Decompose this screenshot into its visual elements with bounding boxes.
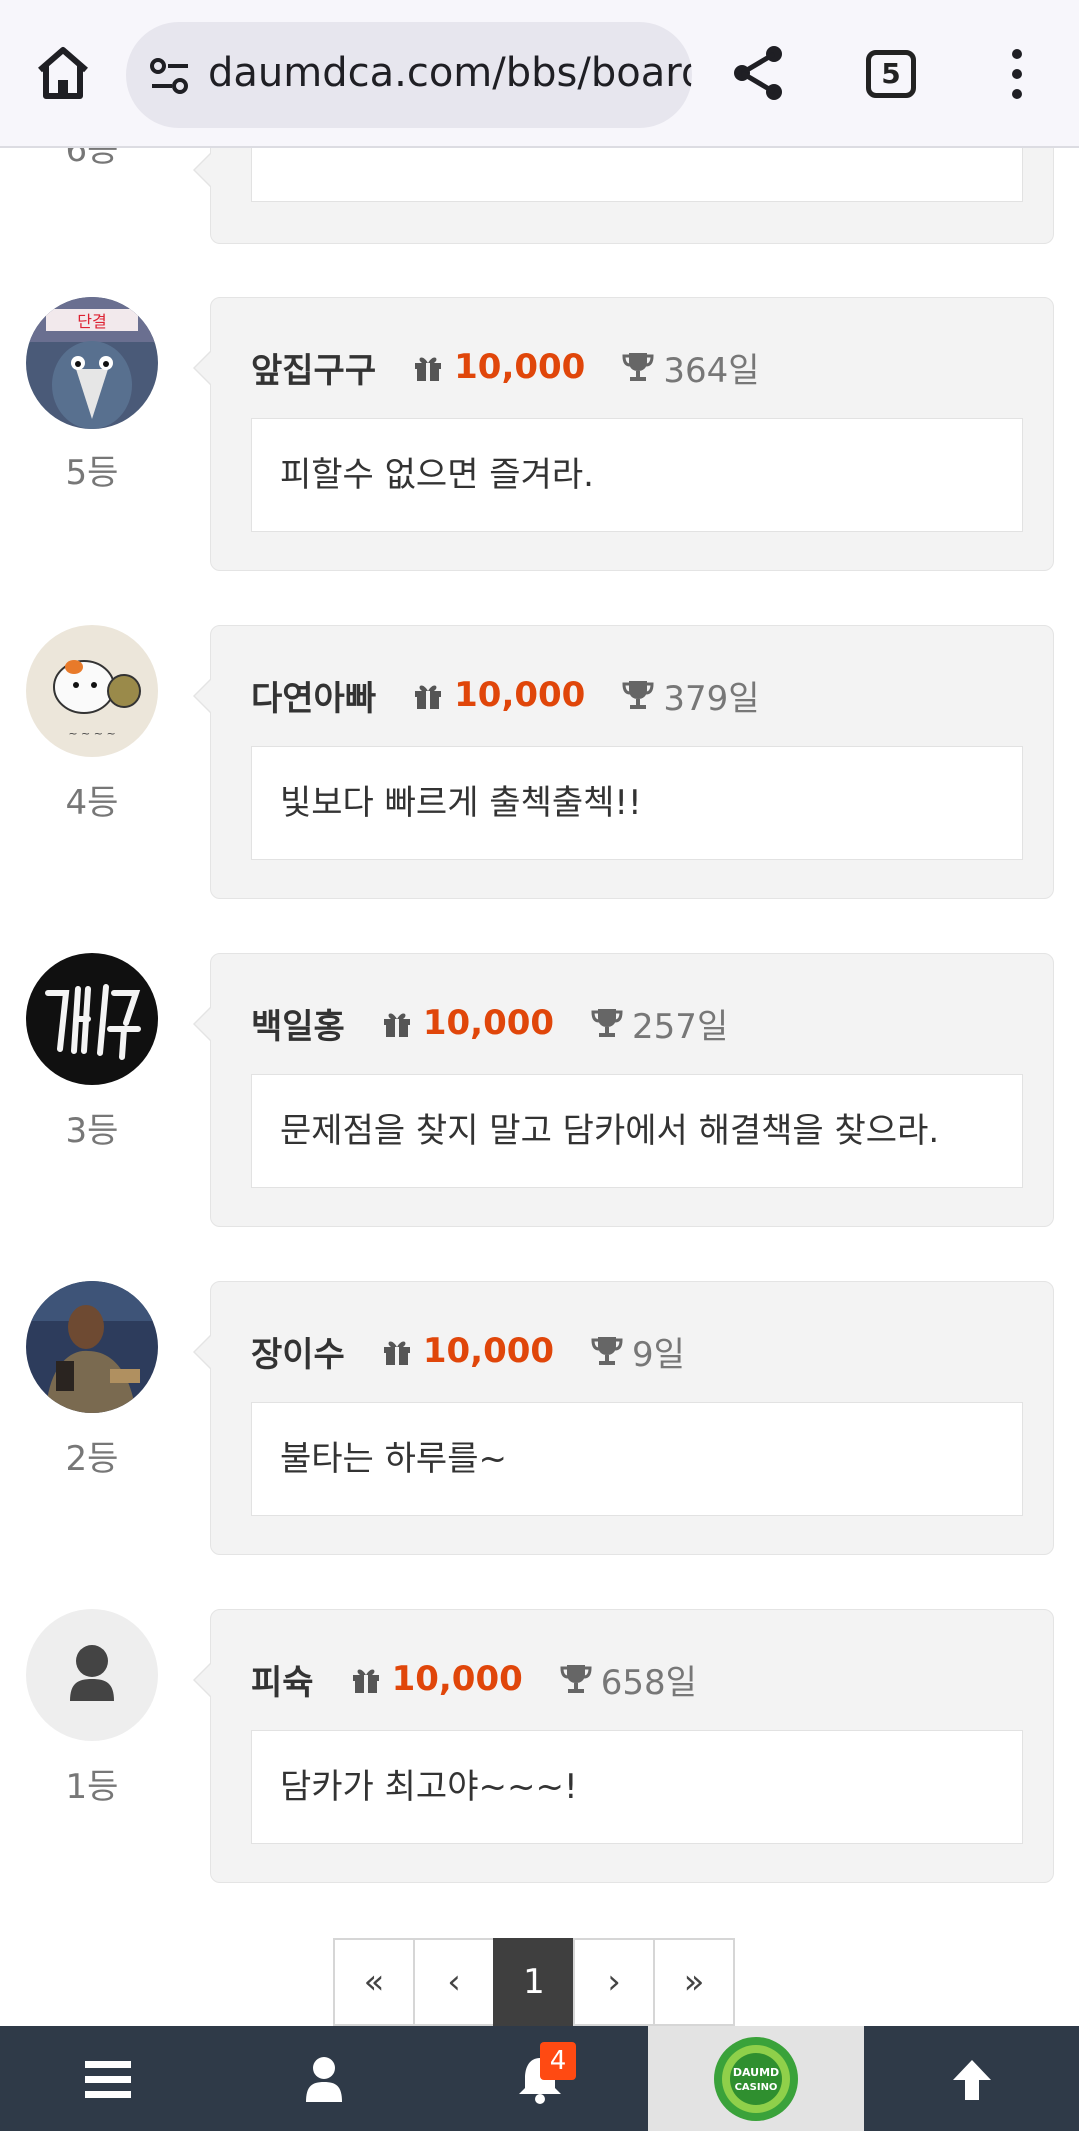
point-value: 10,000 <box>422 1003 555 1043</box>
prev-page-button[interactable]: ‹ <box>413 1938 495 2026</box>
hamster-avatar[interactable]: ~ ~ ~ ~ <box>26 625 158 757</box>
trophy-icon <box>622 353 654 381</box>
comment-card: 다연아빠 10,000 379일 빛보다 빠르게 출첵출첵!! <box>193 625 1054 899</box>
home-icon[interactable] <box>30 40 96 106</box>
default-user-avatar[interactable] <box>26 1609 158 1741</box>
svg-text:단결: 단결 <box>77 312 106 331</box>
share-icon[interactable] <box>728 42 790 104</box>
trophy-icon <box>560 1665 592 1693</box>
cartoon-bird-avatar[interactable]: 단결 <box>26 297 158 429</box>
last-page-button[interactable]: » <box>653 1938 735 2026</box>
current-page-button[interactable]: 1 <box>493 1938 575 2026</box>
user-icon <box>306 2056 342 2102</box>
svg-text:~ ~ ~ ~: ~ ~ ~ ~ <box>68 727 115 740</box>
attendance-days: 257일 <box>632 1006 729 1047</box>
gift-icon <box>415 357 442 381</box>
man-photo-avatar[interactable] <box>26 1281 158 1413</box>
menu-button[interactable] <box>0 2026 216 2131</box>
rank-label: 2등 <box>65 1439 119 1479</box>
comment-message: 담카가 최고야~~~! <box>251 1730 1023 1844</box>
nickname[interactable]: 피슉 <box>251 1655 314 1704</box>
casino-logo-button[interactable]: DAUMD CASINO <box>648 2026 864 2131</box>
tab-switcher-button[interactable]: 5 <box>866 50 916 98</box>
rank-label: 1등 <box>65 1767 119 1807</box>
hamburger-icon <box>85 2060 131 2098</box>
next-page-button[interactable]: › <box>573 1938 655 2026</box>
point-value: 10,000 <box>422 1331 555 1371</box>
point-value: 10,000 <box>391 1659 523 1699</box>
comment-message: 불타는 하루를~ <box>251 1402 1023 1516</box>
comment-meta: 피슉 10,000 658일 <box>251 1654 697 1704</box>
trophy-icon <box>591 1009 623 1037</box>
svg-text:CASINO: CASINO <box>735 2082 778 2093</box>
comment-meta: 다연아빠 10,000 379일 <box>251 670 760 720</box>
comment-message: 빛보다 빠르게 출첵출첵!! <box>251 746 1023 860</box>
attendance-days: 364일 <box>663 350 760 391</box>
page-content: 6등 빛보다 빠른 출석 출석 단결 5등 앞집구구 <box>0 0 1079 2131</box>
nickname[interactable]: 백일홍 <box>251 999 345 1048</box>
comment-message: 문제점을 찾지 말고 담카에서 해결책을 찾으라. <box>251 1074 1023 1188</box>
gift-icon <box>352 1669 379 1693</box>
rank-label: 5등 <box>65 453 119 493</box>
point-value: 10,000 <box>454 347 586 387</box>
comment-meta: 앞집구구 10,000 364일 <box>251 342 760 392</box>
profile-button[interactable] <box>216 2026 432 2131</box>
rank-label: 3등 <box>65 1111 119 1151</box>
address-bar[interactable]: daumdca.com/bbs/board <box>126 22 692 128</box>
gift-icon <box>383 1013 410 1037</box>
nickname[interactable]: 장이수 <box>251 1327 345 1376</box>
trophy-icon <box>591 1337 623 1365</box>
comment-meta: 장이수 10,000 9일 <box>251 1326 685 1376</box>
svg-text:DAUMD: DAUMD <box>733 2066 779 2079</box>
gift-icon <box>383 1341 410 1365</box>
comment-card: 앞집구구 10,000 364일 피할수 없으면 즐겨라. <box>193 297 1054 571</box>
comment-card: 장이수 10,000 9일 불타는 하루를~ <box>193 1281 1054 1555</box>
notification-count-badge: 4 <box>540 2042 576 2080</box>
arrow-up-icon <box>952 2059 991 2100</box>
site-settings-icon[interactable] <box>148 56 192 96</box>
attendance-days: 9일 <box>632 1334 685 1375</box>
more-options-icon[interactable] <box>1000 46 1034 102</box>
neon-sign-avatar[interactable] <box>26 953 158 1085</box>
point-value: 10,000 <box>454 675 586 715</box>
nickname[interactable]: 앞집구구 <box>251 343 376 392</box>
comment-meta: 백일홍 10,000 257일 <box>251 998 728 1048</box>
daumd-casino-logo: DAUMD CASINO <box>714 2036 798 2121</box>
trophy-icon <box>622 681 654 709</box>
pagination: « ‹ 1 › » <box>333 1938 735 2026</box>
attendance-days: 658일 <box>600 1662 697 1703</box>
bottom-navigation: 4 DAUMD CASINO <box>0 2026 1079 2131</box>
attendance-days: 379일 <box>663 678 760 719</box>
browser-toolbar: daumdca.com/bbs/board 5 <box>0 0 1079 148</box>
user-icon <box>70 1645 114 1701</box>
url-text[interactable]: daumdca.com/bbs/board <box>208 50 692 96</box>
comment-message: 피할수 없으면 즐겨라. <box>251 418 1023 532</box>
gift-icon <box>415 685 442 709</box>
comment-card: 백일홍 10,000 257일 문제점을 찾지 말고 담카에서 해결책을 찾으라… <box>193 953 1054 1227</box>
first-page-button[interactable]: « <box>333 1938 415 2026</box>
comment-card: 피슉 10,000 658일 담카가 최고야~~~! <box>193 1609 1054 1883</box>
nickname[interactable]: 다연아빠 <box>251 671 376 720</box>
rank-label: 4등 <box>65 783 119 823</box>
scroll-top-button[interactable] <box>864 2026 1079 2131</box>
